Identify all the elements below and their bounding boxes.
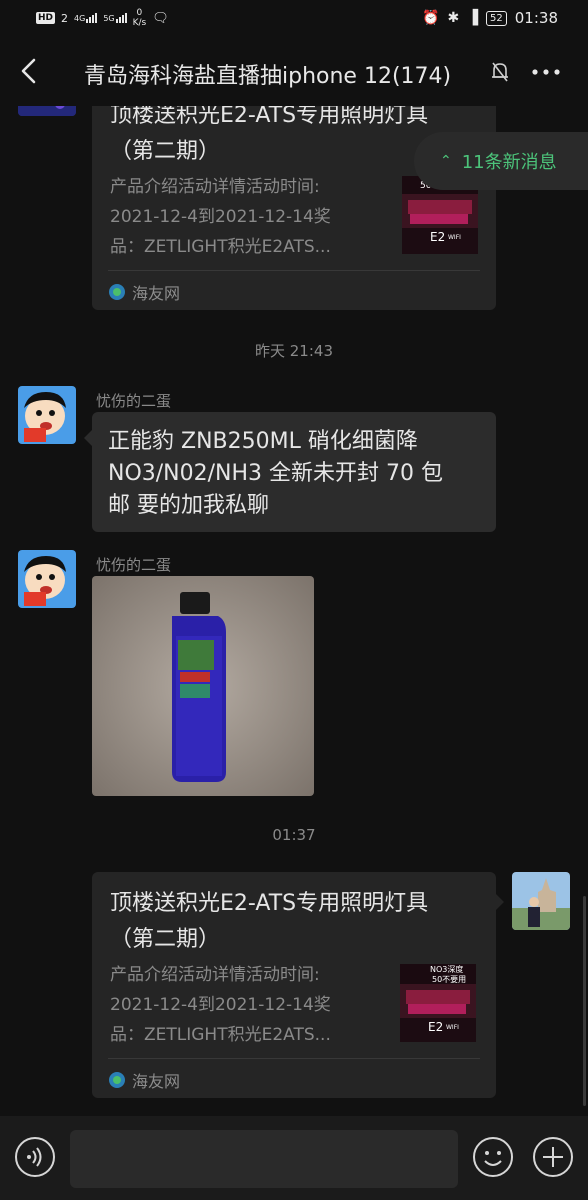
voice-icon xyxy=(15,1137,55,1177)
status-bar: HD 2 4G 5G 0 K/s 🗨 ⏰ ✱ ▐ 52 01:38 xyxy=(0,0,588,38)
bubble-tail xyxy=(496,894,504,910)
thumb-text-2: E2 xyxy=(430,230,446,244)
sim-number: 2 xyxy=(61,11,69,25)
thumb-text-3: WIFI xyxy=(448,234,461,241)
wechat-notify-icon: 🗨 xyxy=(152,10,169,26)
voice-button[interactable] xyxy=(14,1136,56,1178)
card-source-label: 海友网 xyxy=(132,284,181,303)
status-right: ⏰ ✱ ▐ 52 01:38 xyxy=(422,9,558,27)
double-chevron-up-icon: ⌃ xyxy=(440,153,452,169)
card-desc-line1: 产品介绍活动详情活动时间: xyxy=(110,177,320,197)
text-bubble[interactable]: 正能豹 ZNB250ML 硝化细菌降 NO3/N02/NH3 全新未开封 70 … xyxy=(92,412,496,532)
card-title-line2: （第二期） xyxy=(110,139,221,164)
thumb-text-3: WIFI xyxy=(446,1024,459,1031)
signal-5g-icon: 5G xyxy=(103,13,127,23)
emoji-icon xyxy=(473,1137,513,1177)
timestamp: 01:37 xyxy=(272,826,316,844)
input-bar xyxy=(0,1116,588,1200)
photo-message[interactable] xyxy=(92,576,314,796)
battery-icon: 52 xyxy=(486,10,507,26)
card-divider xyxy=(108,270,480,271)
haiyou-logo-icon xyxy=(109,1072,125,1088)
timestamp: 昨天 21:43 xyxy=(255,342,333,360)
plus-icon xyxy=(533,1137,573,1177)
thumb-text-2: E2 xyxy=(428,1020,444,1034)
speed-unit: K/s xyxy=(132,18,147,28)
avatar[interactable] xyxy=(18,106,76,116)
card-title-line2: （第二期） xyxy=(110,927,221,952)
bubble-text-line3: 邮 要的加我私聊 xyxy=(108,493,269,518)
card-source: 海友网 xyxy=(108,1068,180,1092)
new-messages-button[interactable]: ⌃ 11条新消息 xyxy=(414,132,588,190)
avatar[interactable] xyxy=(18,386,76,444)
plus-button[interactable] xyxy=(532,1136,574,1178)
emoji-button[interactable] xyxy=(472,1136,514,1178)
new-messages-label: 11条新消息 xyxy=(461,152,557,173)
bell-off-icon xyxy=(490,60,510,84)
chat-title: 青岛海科海盐直播抽iphone 12(174) xyxy=(84,64,452,89)
my-avatar[interactable] xyxy=(512,872,570,930)
card-source-label: 海友网 xyxy=(132,1072,181,1091)
back-button[interactable] xyxy=(14,54,46,88)
net-type-2: 5G xyxy=(103,14,115,23)
card-title-line1: 顶楼送积光E2-ATS专用照明灯具 xyxy=(110,891,429,916)
link-card[interactable]: 顶楼送积光E2-ATS专用照明灯具 （第二期） 产品介绍活动详情活动时间: 20… xyxy=(92,872,496,1098)
card-desc-line3: 品：ZETLIGHT积光E2ATS... xyxy=(110,237,331,257)
clock: 01:38 xyxy=(514,9,558,27)
chat-area[interactable]: 顶楼送积光E2-ATS专用照明灯具 （第二期） 产品介绍活动详情活动时间: 20… xyxy=(0,106,588,1116)
sender-name: 忧伤的二蛋 xyxy=(96,392,172,410)
haiyou-logo-icon xyxy=(109,284,125,300)
message-input[interactable] xyxy=(70,1130,458,1188)
status-left: HD 2 4G 5G 0 K/s 🗨 xyxy=(36,8,169,28)
bubble-text-line2: NO3/N02/NH3 全新未开封 70 包 xyxy=(108,461,444,486)
card-desc-line2: 2021-12-4到2021-12-14奖 xyxy=(110,207,331,227)
thumb-text-1: 50不要用 xyxy=(432,975,467,984)
chat-header: 青岛海科海盐直播抽iphone 12(174) xyxy=(0,38,588,106)
sender-name: 忧伤的二蛋 xyxy=(96,556,172,574)
bubble-tail xyxy=(84,430,92,446)
card-desc-line2: 2021-12-4到2021-12-14奖 xyxy=(110,995,331,1015)
bubble-text-line1: 正能豹 ZNB250ML 硝化细菌降 xyxy=(108,429,418,454)
net-type-1: 4G xyxy=(74,14,86,23)
speed-value: 0 xyxy=(136,8,143,18)
chevron-left-icon xyxy=(21,58,36,84)
vibrate-icon: ▐ xyxy=(467,10,479,26)
scrollbar[interactable] xyxy=(583,896,586,1106)
bluetooth-icon: ✱ xyxy=(447,10,460,26)
card-source: 海友网 xyxy=(108,280,180,304)
signal-4g-icon: 4G xyxy=(74,13,98,23)
more-dots-icon xyxy=(532,69,560,75)
card-divider xyxy=(108,1058,480,1059)
alarm-icon: ⏰ xyxy=(422,10,440,26)
network-speed: 0 K/s xyxy=(133,8,147,28)
card-desc-line3: 品：ZETLIGHT积光E2ATS... xyxy=(110,1025,331,1045)
avatar[interactable] xyxy=(18,550,76,608)
more-button[interactable] xyxy=(530,60,562,84)
card-desc-line1: 产品介绍活动详情活动时间: xyxy=(110,965,320,985)
card-thumbnail: NO3深度 50不要用 E2 WIFI xyxy=(400,964,476,1042)
hd-badge: HD xyxy=(36,12,56,24)
card-title-line1: 顶楼送积光E2-ATS专用照明灯具 xyxy=(110,106,429,128)
